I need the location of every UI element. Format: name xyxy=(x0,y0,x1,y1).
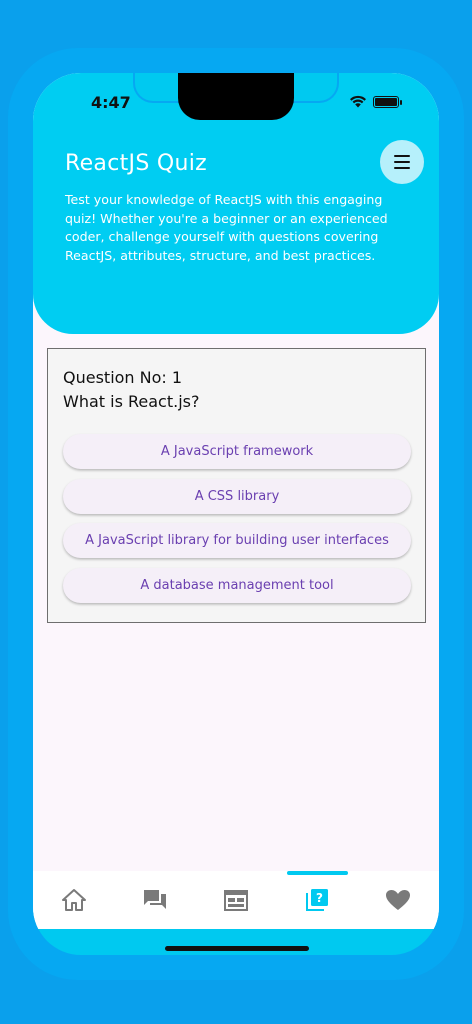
quiz-card: Question No: 1 What is React.js? A JavaS… xyxy=(47,348,426,623)
notch xyxy=(178,73,294,120)
quiz-icon: ? xyxy=(306,889,329,911)
heart-icon xyxy=(386,890,411,910)
header: 4:47 ReactJS Quiz Test your knowledge of… xyxy=(33,73,439,334)
active-tab-indicator xyxy=(286,871,348,875)
tab-calendar[interactable] xyxy=(195,871,276,929)
calendar-icon xyxy=(224,890,248,911)
page-title: ReactJS Quiz xyxy=(65,151,208,176)
bottom-tab-bar: ? xyxy=(33,871,439,929)
hamburger-menu-icon-line xyxy=(394,161,410,163)
tab-chat[interactable] xyxy=(114,871,195,929)
answer-option-button[interactable]: A CSS library xyxy=(63,478,411,514)
menu-button[interactable] xyxy=(380,140,424,184)
home-indicator[interactable] xyxy=(165,946,309,951)
question-text: What is React.js? xyxy=(63,392,200,411)
hamburger-menu-icon xyxy=(394,155,410,157)
tab-favorites[interactable] xyxy=(358,871,439,929)
svg-text:?: ? xyxy=(316,891,323,905)
question-number: Question No: 1 xyxy=(63,368,183,387)
phone-screen-area: 4:47 ReactJS Quiz Test your knowledge of… xyxy=(33,73,439,955)
status-icons xyxy=(349,95,402,108)
hamburger-menu-icon-line xyxy=(394,167,410,169)
app-screen: 4:47 ReactJS Quiz Test your knowledge of… xyxy=(33,73,439,929)
battery-icon xyxy=(373,95,402,108)
answer-option-button[interactable]: A JavaScript library for building user i… xyxy=(63,523,411,558)
answer-option-button[interactable]: A JavaScript framework xyxy=(63,434,411,469)
chat-icon xyxy=(143,890,166,909)
tab-quiz[interactable]: ? xyxy=(277,871,358,929)
wifi-icon xyxy=(350,95,366,108)
tab-home[interactable] xyxy=(33,871,114,929)
status-time: 4:47 xyxy=(91,93,131,112)
app-description: Test your knowledge of ReactJS with this… xyxy=(65,192,388,263)
home-icon xyxy=(61,889,86,911)
answer-options: A JavaScript framework A CSS library A J… xyxy=(63,434,411,612)
answer-option-button[interactable]: A database management tool xyxy=(63,567,411,603)
